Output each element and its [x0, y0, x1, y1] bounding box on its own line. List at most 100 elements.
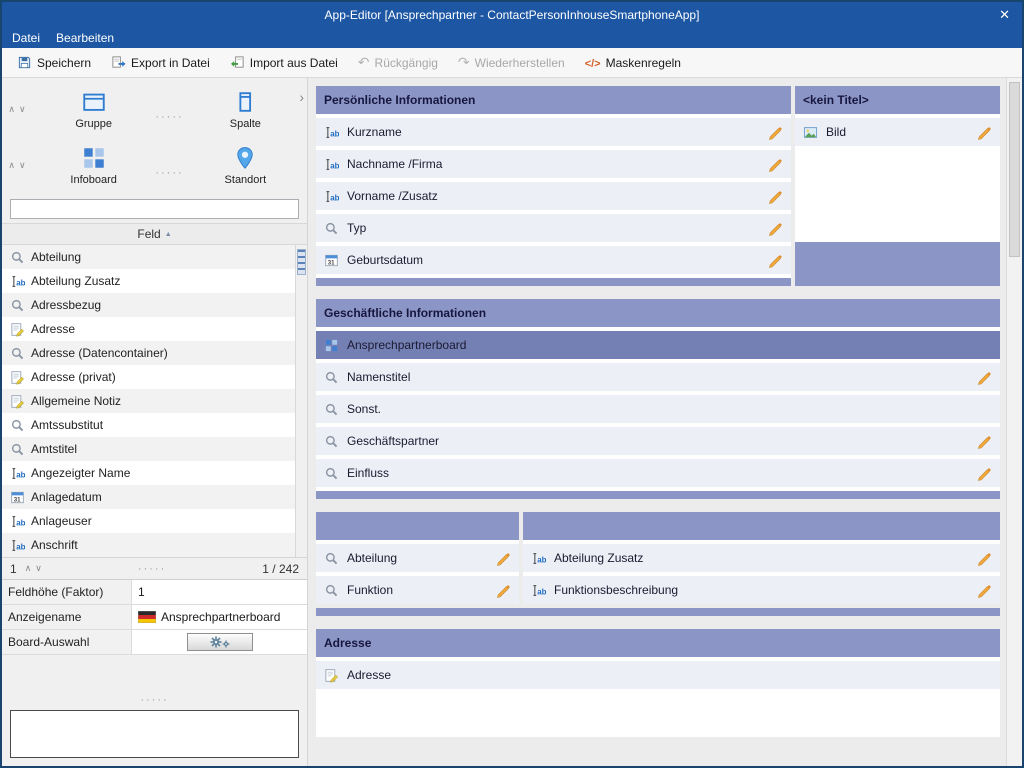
edit-pencil-icon[interactable]	[976, 582, 992, 598]
board-auswahl-button[interactable]	[187, 633, 253, 651]
designer-field-bild[interactable]: Bild	[795, 118, 1000, 146]
drag-handle[interactable]: ·····	[155, 167, 183, 179]
main-scrollbar-thumb[interactable]	[1009, 82, 1020, 257]
edit-pencil-icon[interactable]	[495, 550, 511, 566]
designer-field-label: Sonst.	[347, 402, 381, 416]
gears-icon	[207, 635, 233, 649]
chevron-down-icon[interactable]: ∨	[19, 104, 26, 115]
palette-item-standort[interactable]: Standort	[184, 145, 307, 186]
chevron-up-icon[interactable]: ∧	[25, 563, 32, 574]
feldhoehe-value[interactable]: 1	[132, 580, 307, 604]
chevron-down-icon[interactable]: ∨	[35, 563, 42, 574]
edit-pencil-icon[interactable]	[767, 124, 783, 140]
main-scrollbar[interactable]	[1006, 78, 1022, 766]
designer-field-funktion[interactable]: Funktion	[316, 576, 519, 604]
menu-bearbeiten[interactable]: Bearbeiten	[56, 31, 114, 45]
field-item-anlageuser[interactable]: abAnlageuser	[2, 509, 295, 533]
preview-box[interactable]	[10, 710, 299, 758]
field-item-adresse-datencontainer[interactable]: Adresse (Datencontainer)	[2, 341, 295, 365]
designer-field-kurzname[interactable]: ab Kurzname	[316, 118, 791, 146]
field-item-abteilung-zusatz[interactable]: abAbteilung Zusatz	[2, 269, 295, 293]
palette-item-infoboard[interactable]: Infoboard	[32, 145, 155, 186]
edit-pencil-icon[interactable]	[976, 369, 992, 385]
feld-header-label: Feld	[137, 227, 160, 241]
toolbar-label: Import aus Datei	[250, 56, 338, 70]
designer-field-geburtsdatum[interactable]: 31Geburtsdatum	[316, 246, 791, 274]
designer-field-abteilung-zusatz[interactable]: abAbteilung Zusatz	[523, 544, 1000, 572]
lookup-icon	[10, 442, 25, 457]
designer-field-geschäftspartner[interactable]: Geschäftspartner	[316, 427, 1000, 455]
field-item-allgemeine-notiz[interactable]: Allgemeine Notiz	[2, 389, 295, 413]
lookup-icon	[324, 466, 339, 481]
designer-field-funktionsbeschreibung[interactable]: abFunktionsbeschreibung	[523, 576, 1000, 604]
designer-field-adresse[interactable]: Adresse	[316, 661, 1000, 689]
field-item-abteilung[interactable]: Abteilung	[2, 245, 295, 269]
chevron-down-icon[interactable]: ∨	[19, 160, 26, 171]
chevron-up-icon[interactable]: ∧	[8, 104, 15, 115]
edit-pencil-icon[interactable]	[976, 124, 992, 140]
designer-field-sonst[interactable]: Sonst.	[316, 395, 1000, 423]
palette-item-spalte[interactable]: Spalte	[184, 89, 307, 130]
close-icon[interactable]: ✕	[999, 2, 1010, 28]
toolbar-speichern[interactable]: Speichern	[8, 52, 100, 73]
drag-handle[interactable]: ·····	[50, 563, 254, 575]
field-item-adressbezug[interactable]: Adressbezug	[2, 293, 295, 317]
section-header-empty-left[interactable]	[316, 512, 519, 540]
field-item-anschrift[interactable]: abAnschrift	[2, 533, 295, 557]
section-header-business[interactable]: Geschäftliche Informationen	[316, 299, 1000, 327]
drag-handle[interactable]: ·····	[2, 694, 307, 706]
svg-text:ab: ab	[330, 129, 339, 138]
pager-up-down[interactable]: ∧∨	[25, 563, 42, 574]
edit-pencil-icon[interactable]	[767, 220, 783, 236]
designer-field-einfluss[interactable]: Einfluss	[316, 459, 1000, 487]
section-header-adresse[interactable]: Adresse	[316, 629, 1000, 657]
infoboard-icon	[81, 145, 107, 171]
field-item-amtssubstitut[interactable]: Amtssubstitut	[2, 413, 295, 437]
palette-scroll[interactable]: ∧∨	[2, 160, 32, 171]
svg-text:ab: ab	[16, 278, 25, 287]
field-list-scrollbar[interactable]	[295, 245, 307, 557]
edit-pencil-icon[interactable]	[767, 156, 783, 172]
field-search-input[interactable]	[10, 199, 299, 219]
section-footer-strip	[316, 608, 1000, 616]
edit-pencil-icon[interactable]	[495, 582, 511, 598]
section-header-personal[interactable]: Persönliche Informationen	[316, 86, 791, 114]
empty-drop-cell[interactable]	[795, 242, 1000, 286]
field-item-label: Amtstitel	[31, 442, 77, 456]
palette-scroll[interactable]: ∧∨	[2, 104, 32, 115]
field-item-angezeigter-name[interactable]: abAngezeigter Name	[2, 461, 295, 485]
edit-pencil-icon[interactable]	[976, 550, 992, 566]
chevron-right-icon[interactable]: ›	[299, 89, 304, 105]
panel-spacer	[2, 655, 307, 692]
chevron-up-icon[interactable]: ∧	[8, 160, 15, 171]
toolbar-import-aus-datei[interactable]: Import aus Datei	[221, 52, 347, 73]
edit-pencil-icon[interactable]	[767, 188, 783, 204]
menu-datei[interactable]: Datei	[12, 31, 40, 45]
section-header-kein-titel[interactable]: <kein Titel>	[795, 86, 1000, 114]
anzeigename-value[interactable]: Ansprechpartnerboard	[132, 605, 307, 629]
field-item-adresse[interactable]: Adresse	[2, 317, 295, 341]
designer-field-vorname-zusatz[interactable]: abVorname /Zusatz	[316, 182, 791, 210]
palette-item-gruppe[interactable]: Gruppe	[32, 89, 155, 130]
field-list-scrollbar-thumb[interactable]	[297, 249, 306, 275]
edit-pencil-icon[interactable]	[976, 465, 992, 481]
edit-pencil-icon[interactable]	[767, 252, 783, 268]
drag-handle[interactable]: ·····	[155, 111, 183, 123]
titlebar[interactable]: App-Editor [Ansprechpartner - ContactPer…	[2, 2, 1022, 28]
lookup-icon	[324, 221, 339, 236]
field-item-label: Adresse	[31, 322, 75, 336]
field-item-adresse-privat[interactable]: Adresse (privat)	[2, 365, 295, 389]
designer-field-typ[interactable]: Typ	[316, 214, 791, 242]
designer-field-abteilung[interactable]: Abteilung	[316, 544, 519, 572]
section-header-empty-right[interactable]	[523, 512, 1000, 540]
field-item-amtstitel[interactable]: Amtstitel	[2, 437, 295, 461]
designer-field-nachname-firma[interactable]: abNachname /Firma	[316, 150, 791, 178]
designer-field-namenstitel[interactable]: Namenstitel	[316, 363, 1000, 391]
feld-sort-header[interactable]: Feld ▲	[2, 223, 307, 245]
edit-pencil-icon[interactable]	[976, 433, 992, 449]
designer-field-ansprechpartnerboard[interactable]: Ansprechpartnerboard	[316, 331, 1000, 359]
toolbar-export-in-datei[interactable]: Export in Datei	[102, 52, 219, 73]
field-item-anlagedatum[interactable]: 31Anlagedatum	[2, 485, 295, 509]
designer-field-label: Kurzname	[347, 125, 402, 139]
toolbar-maskenregeln[interactable]: </>Maskenregeln	[576, 53, 690, 73]
